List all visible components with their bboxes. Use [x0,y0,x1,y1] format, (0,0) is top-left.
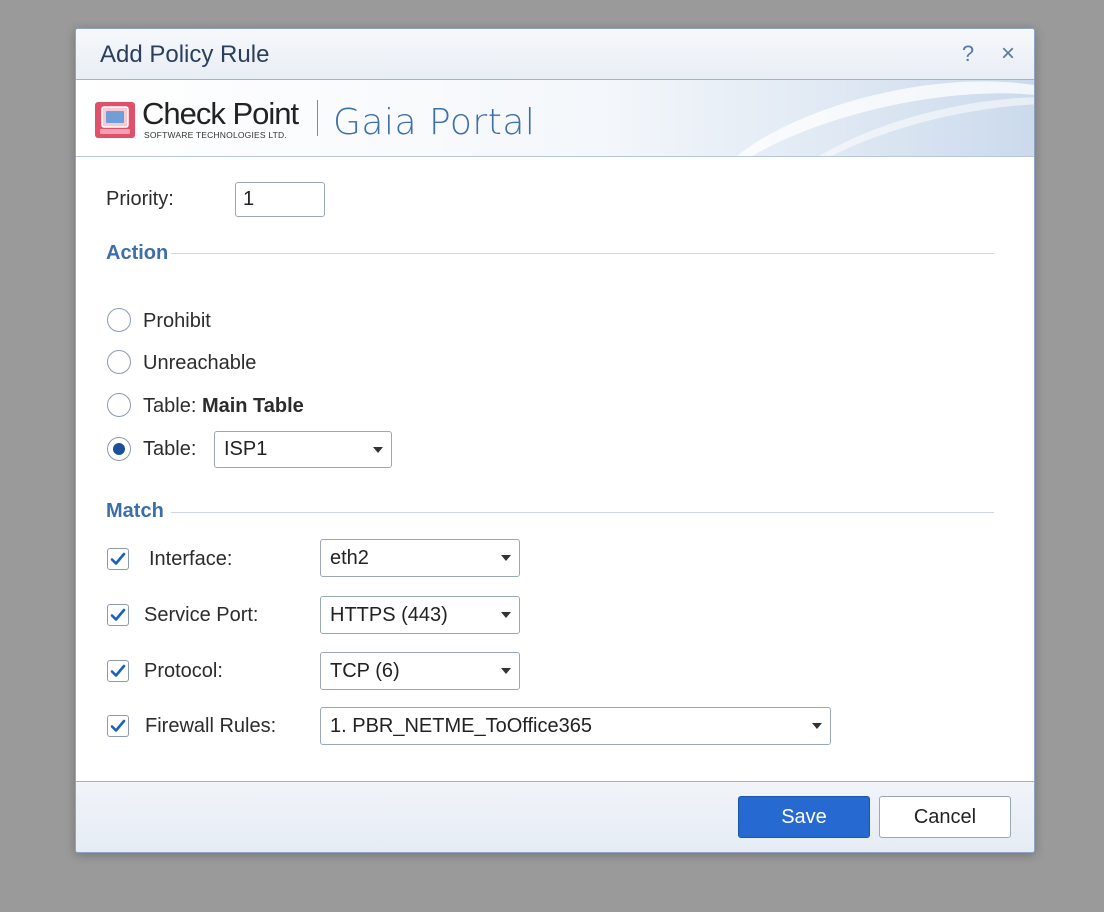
chevron-down-icon [812,723,822,729]
save-button[interactable]: Save [738,796,870,838]
routing-table-value: ISP1 [224,438,268,460]
radio-unreachable[interactable] [107,350,131,374]
help-icon[interactable]: ? [954,39,982,69]
radio-table-main[interactable] [107,393,131,417]
dialog-content: Priority: Action Prohibit Unreachable Ta… [76,157,1034,781]
checkmark-icon [110,719,126,732]
interface-value: eth2 [330,547,369,569]
checkmark-icon [110,664,126,677]
action-section-header: Action [106,242,169,264]
cancel-button[interactable]: Cancel [879,796,1011,838]
chevron-down-icon [501,555,511,561]
check-point-logo-icon [95,102,135,138]
action-section-divider [171,253,994,254]
dialog-footer: Save Cancel [76,781,1034,852]
chevron-down-icon [501,612,511,618]
radio-table-custom[interactable] [107,437,131,461]
interface-checkbox[interactable] [107,548,129,570]
service-port-value: HTTPS (443) [330,604,448,626]
protocol-dropdown[interactable]: TCP (6) [320,652,520,690]
radio-prohibit[interactable] [107,308,131,332]
add-policy-rule-dialog: Add Policy Rule ? × Check Point SOFTWARE… [75,28,1035,853]
checkmark-icon [110,552,126,565]
banner-divider [317,100,318,136]
close-icon[interactable]: × [994,39,1022,69]
radio-label-table-main: Table: Main Table [143,395,304,418]
chevron-down-icon [373,446,383,453]
service-port-checkbox[interactable] [107,604,129,626]
checkmark-icon [110,608,126,621]
brand-name: Check Point [142,96,299,131]
routing-table-dropdown[interactable]: ISP1 [214,431,392,468]
portal-banner: Check Point SOFTWARE TECHNOLOGIES LTD. G… [76,80,1034,157]
match-section-header: Match [106,500,164,522]
table-main-value: Main Table [201,395,304,417]
radio-label-unreachable: Unreachable [143,352,257,374]
interface-dropdown[interactable]: eth2 [320,539,520,577]
priority-label: Priority: [106,188,174,210]
firewall-rules-dropdown[interactable]: 1. PBR_NETME_ToOffice365 [320,707,831,745]
interface-label: Interface: [149,548,233,570]
protocol-label: Protocol: [144,660,223,682]
chevron-down-icon [501,668,511,674]
radio-label-prohibit: Prohibit [143,310,211,332]
table-main-prefix: Table: [143,395,197,417]
firewall-rules-label: Firewall Rules: [145,715,277,737]
dialog-title: Add Policy Rule [100,41,270,68]
protocol-checkbox[interactable] [107,660,129,682]
dialog-titlebar: Add Policy Rule ? × [76,29,1034,80]
firewall-rules-checkbox[interactable] [107,715,129,737]
product-name: Gaia Portal [333,102,536,143]
protocol-value: TCP (6) [330,660,400,682]
service-port-label: Service Port: [144,604,259,626]
brand-subtitle: SOFTWARE TECHNOLOGIES LTD. [144,130,287,140]
service-port-dropdown[interactable]: HTTPS (443) [320,596,520,634]
firewall-rules-value: 1. PBR_NETME_ToOffice365 [330,715,592,737]
priority-input[interactable] [235,182,325,217]
radio-label-table-custom: Table: [143,438,197,460]
match-section-divider [171,512,994,513]
